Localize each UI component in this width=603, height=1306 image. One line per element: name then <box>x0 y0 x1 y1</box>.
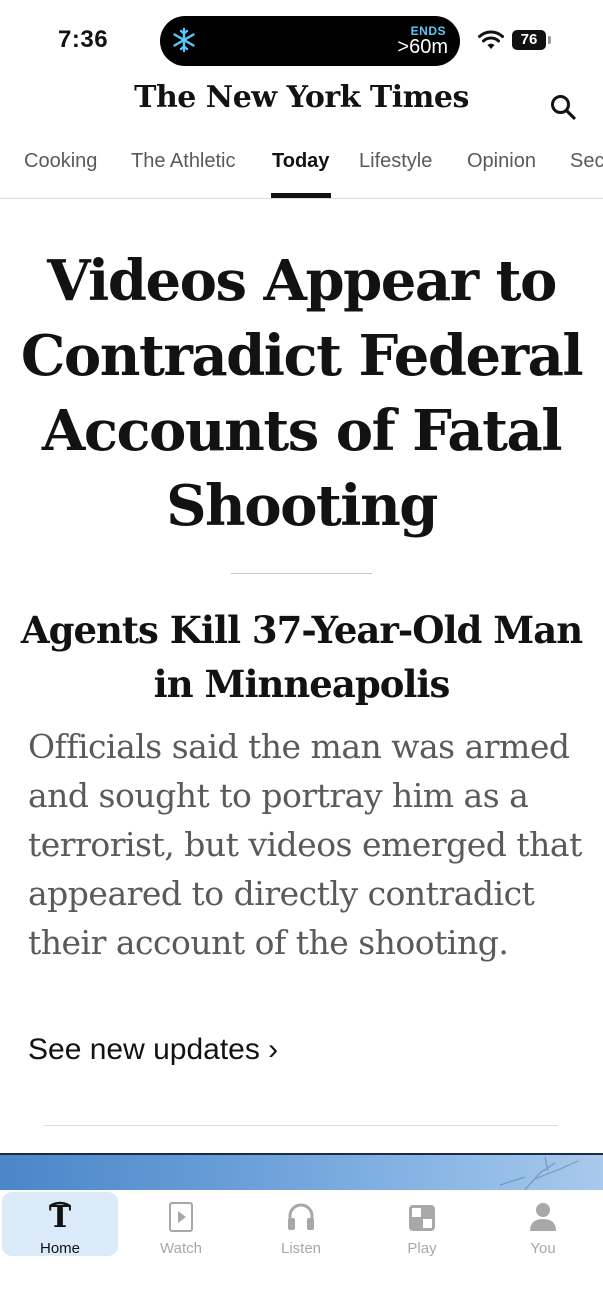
battery-cap <box>548 36 551 44</box>
tab-today[interactable]: Today <box>272 150 329 173</box>
story-summary[interactable]: Officials said the man was armed and sou… <box>28 722 588 967</box>
wifi-icon <box>478 30 504 49</box>
battery-indicator: 76 <box>512 30 546 50</box>
tab-bar-watch-label: Watch <box>160 1240 202 1257</box>
see-new-updates-link[interactable]: See new updates › <box>28 1033 278 1067</box>
tab-the-athletic[interactable]: The Athletic <box>131 150 236 173</box>
tab-bar-play[interactable]: Play <box>364 1192 480 1257</box>
nyt-t-logo-icon: T <box>49 1200 72 1232</box>
status-bar: 7:36 ENDS >60m 76 <box>0 0 603 80</box>
person-icon <box>530 1203 556 1231</box>
tab-bar-home[interactable]: T Home <box>2 1192 118 1257</box>
tab-bar-listen[interactable]: Listen <box>243 1192 359 1257</box>
dynamic-island-live-activity[interactable]: ENDS >60m <box>160 16 460 66</box>
bottom-tab-bar: T Home Watch Listen Play You <box>0 1190 603 1306</box>
live-activity-remaining: >60m <box>397 36 448 58</box>
tab-bar-home-label: Home <box>39 1240 80 1257</box>
tab-cooking[interactable]: Cooking <box>24 150 97 173</box>
headphones-icon <box>288 1203 314 1230</box>
tab-bar-watch[interactable]: Watch <box>123 1192 239 1257</box>
status-time: 7:36 <box>58 26 109 53</box>
section-nav: Cooking The Athletic Today Lifestyle Opi… <box>0 140 603 199</box>
tab-bar-play-label: Play <box>407 1240 437 1257</box>
story-photo[interactable] <box>0 1153 603 1196</box>
tab-sections[interactable]: Sec <box>570 150 603 173</box>
tab-bar-you[interactable]: You <box>485 1192 601 1257</box>
divider <box>44 1125 558 1126</box>
game-grid-icon <box>409 1205 435 1231</box>
nyt-masthead-logo[interactable]: The New York Times <box>0 80 603 115</box>
tab-lifestyle[interactable]: Lifestyle <box>359 150 432 173</box>
active-tab-indicator <box>271 193 331 198</box>
snowflake-icon <box>173 27 195 53</box>
divider <box>231 573 372 574</box>
tab-opinion[interactable]: Opinion <box>467 150 536 173</box>
tab-bar-listen-label: Listen <box>280 1240 322 1257</box>
tab-bar-you-label: You <box>530 1240 556 1257</box>
play-square-icon <box>169 1202 193 1232</box>
tree-branches-image <box>499 1156 579 1196</box>
search-icon[interactable] <box>548 92 578 122</box>
lead-headline[interactable]: Videos Appear to Contradict Federal Acco… <box>18 244 585 544</box>
sub-headline[interactable]: Agents Kill 37-Year-Old Man in Minneapol… <box>18 603 585 711</box>
